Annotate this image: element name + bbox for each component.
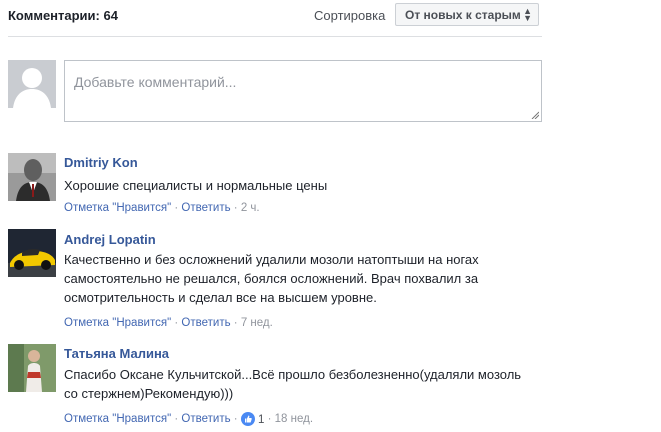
comment-time[interactable]: 2 ч. bbox=[241, 202, 260, 214]
comment-actions: Отметка "Нравится" · Ответить · 7 нед. bbox=[64, 317, 273, 329]
like-link[interactable]: Отметка "Нравится" bbox=[64, 413, 171, 425]
reactions[interactable]: 1 bbox=[240, 412, 265, 426]
comment-author[interactable]: Татьяна Малина bbox=[64, 346, 169, 361]
comments-plugin: Комментарии: 64 Сортировка От новых к ст… bbox=[0, 0, 661, 432]
thumbs-up-icon bbox=[240, 412, 255, 426]
comment-time[interactable]: 18 нед. bbox=[275, 413, 313, 425]
avatar[interactable] bbox=[8, 153, 56, 201]
comment-actions: Отметка "Нравится" · Ответить · 2 ч. bbox=[64, 202, 260, 214]
comment-text: Качественно и без осложнений удалили моз… bbox=[64, 252, 479, 305]
avatar[interactable] bbox=[8, 229, 56, 277]
comment-input-placeholder: Добавьте комментарий... bbox=[74, 74, 237, 90]
default-user-icon bbox=[8, 60, 56, 108]
sort-arrows-icon: ▲ ▼ bbox=[523, 6, 532, 23]
comment-text: Хорошие специалисты и нормальные цены bbox=[64, 178, 328, 193]
comment-author[interactable]: Andrej Lopatin bbox=[64, 232, 156, 247]
comment-time[interactable]: 7 нед. bbox=[241, 317, 273, 329]
reply-link[interactable]: Ответить bbox=[181, 413, 230, 425]
comment-actions: Отметка "Нравится" · Ответить · 1 · 18 н… bbox=[64, 412, 314, 426]
resize-grip-icon[interactable] bbox=[531, 111, 539, 119]
reactions-count: 1 bbox=[258, 414, 265, 426]
sort-label: Сортировка bbox=[314, 8, 386, 23]
comments-header: Комментарии: 64 Сортировка От новых к ст… bbox=[8, 0, 542, 37]
comment-input[interactable]: Добавьте комментарий... bbox=[64, 60, 542, 122]
comment-author[interactable]: Dmitriy Kon bbox=[64, 155, 138, 170]
comment-text: Спасибо Оксане Кульчитской...Всё прошло … bbox=[64, 367, 522, 401]
user-photo bbox=[8, 153, 56, 201]
comments-count: Комментарии: 64 bbox=[8, 8, 118, 23]
user-photo bbox=[8, 344, 56, 392]
user-photo bbox=[8, 229, 56, 277]
sort-selected-value: От новых к старым bbox=[405, 8, 521, 22]
sort-dropdown[interactable]: От новых к старым ▲ ▼ bbox=[395, 3, 539, 26]
reply-link[interactable]: Ответить bbox=[181, 317, 230, 329]
like-link[interactable]: Отметка "Нравится" bbox=[64, 202, 171, 214]
composer-avatar bbox=[8, 60, 56, 108]
like-link[interactable]: Отметка "Нравится" bbox=[64, 317, 171, 329]
reply-link[interactable]: Ответить bbox=[181, 202, 230, 214]
avatar[interactable] bbox=[8, 344, 56, 392]
